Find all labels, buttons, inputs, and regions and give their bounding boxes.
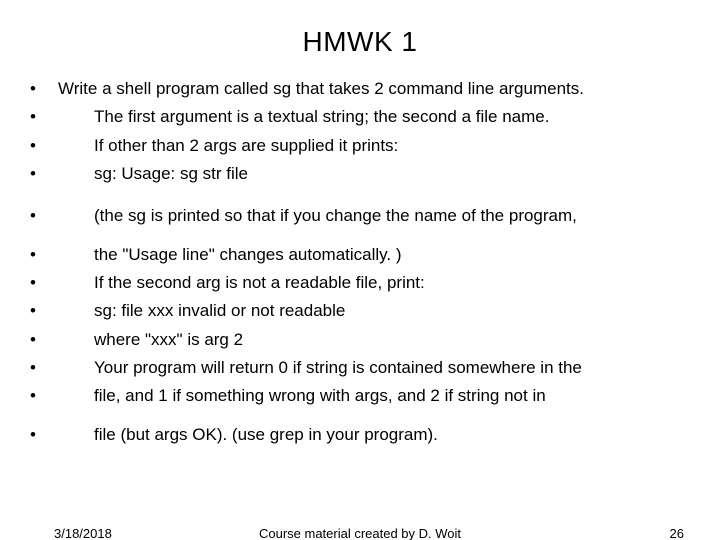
bullet-dot-icon: •	[30, 133, 48, 159]
bullet-text: (the sg is printed so that if you change…	[94, 203, 690, 229]
bullet-list: • Write a shell program called sg that t…	[30, 76, 690, 448]
list-item: • file, and 1 if something wrong with ar…	[30, 383, 690, 409]
bullet-text: Your program will return 0 if string is …	[94, 355, 690, 381]
bullet-dot-icon: •	[30, 270, 48, 296]
footer-credit: Course material created by D. Woit	[259, 526, 461, 540]
bullet-text: file (but args OK). (use grep in your pr…	[94, 422, 690, 448]
bullet-dot-icon: •	[30, 298, 48, 324]
bullet-dot-icon: •	[30, 76, 48, 102]
list-item: • where "xxx" is arg 2	[30, 327, 690, 353]
bullet-text: If other than 2 args are supplied it pri…	[94, 133, 690, 159]
bullet-dot-icon: •	[30, 161, 48, 187]
bullet-dot-icon: •	[30, 422, 48, 448]
list-item: • Write a shell program called sg that t…	[30, 76, 690, 102]
list-item: • file (but args OK). (use grep in your …	[30, 422, 690, 448]
gap	[30, 232, 690, 242]
list-item: • If the second arg is not a readable fi…	[30, 270, 690, 296]
list-item: • the "Usage line" changes automatically…	[30, 242, 690, 268]
bullet-dot-icon: •	[30, 327, 48, 353]
list-item: • The first argument is a textual string…	[30, 104, 690, 130]
slide: HMWK 1 • Write a shell program called sg…	[0, 0, 720, 540]
gap	[30, 412, 690, 422]
footer-center-wrap: Course material created by D. Woit	[0, 526, 720, 540]
bullet-text: sg: Usage: sg str file	[94, 161, 690, 187]
bullet-text: Write a shell program called sg that tak…	[58, 76, 690, 102]
bullet-dot-icon: •	[30, 203, 48, 229]
slide-title: HMWK 1	[30, 26, 690, 58]
bullet-text: where "xxx" is arg 2	[94, 327, 690, 353]
bullet-text: If the second arg is not a readable file…	[94, 270, 690, 296]
bullet-dot-icon: •	[30, 104, 48, 130]
list-item: • sg: file xxx invalid or not readable	[30, 298, 690, 324]
bullet-dot-icon: •	[30, 383, 48, 409]
list-item: • Your program will return 0 if string i…	[30, 355, 690, 381]
bullet-text: The first argument is a textual string; …	[94, 104, 690, 130]
footer-page-number: 26	[670, 526, 684, 540]
list-item: • If other than 2 args are supplied it p…	[30, 133, 690, 159]
bullet-text: the "Usage line" changes automatically. …	[94, 242, 690, 268]
bullet-dot-icon: •	[30, 242, 48, 268]
list-item: • (the sg is printed so that if you chan…	[30, 203, 690, 229]
bullet-text: sg: file xxx invalid or not readable	[94, 298, 690, 324]
bullet-text: file, and 1 if something wrong with args…	[94, 383, 690, 409]
gap	[30, 189, 690, 203]
bullet-dot-icon: •	[30, 355, 48, 381]
list-item: • sg: Usage: sg str file	[30, 161, 690, 187]
